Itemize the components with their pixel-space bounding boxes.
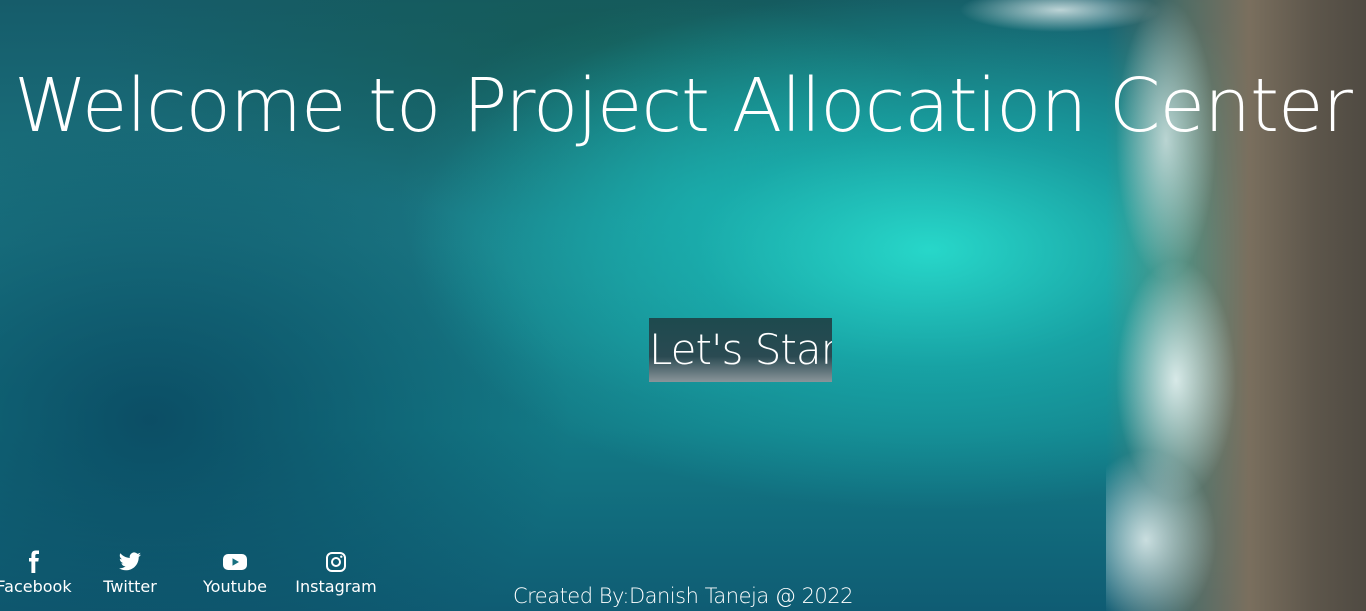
- instagram-icon: [292, 550, 380, 574]
- facebook-icon: [0, 550, 74, 574]
- page-title: Welcome to Project Allocation Center: [14, 63, 1353, 149]
- twitter-icon: [94, 550, 166, 574]
- footer-credit: Created By:Danish Taneja @ 2022: [512, 584, 854, 608]
- start-button[interactable]: Let's Start: [649, 318, 832, 382]
- youtube-icon: [196, 550, 274, 574]
